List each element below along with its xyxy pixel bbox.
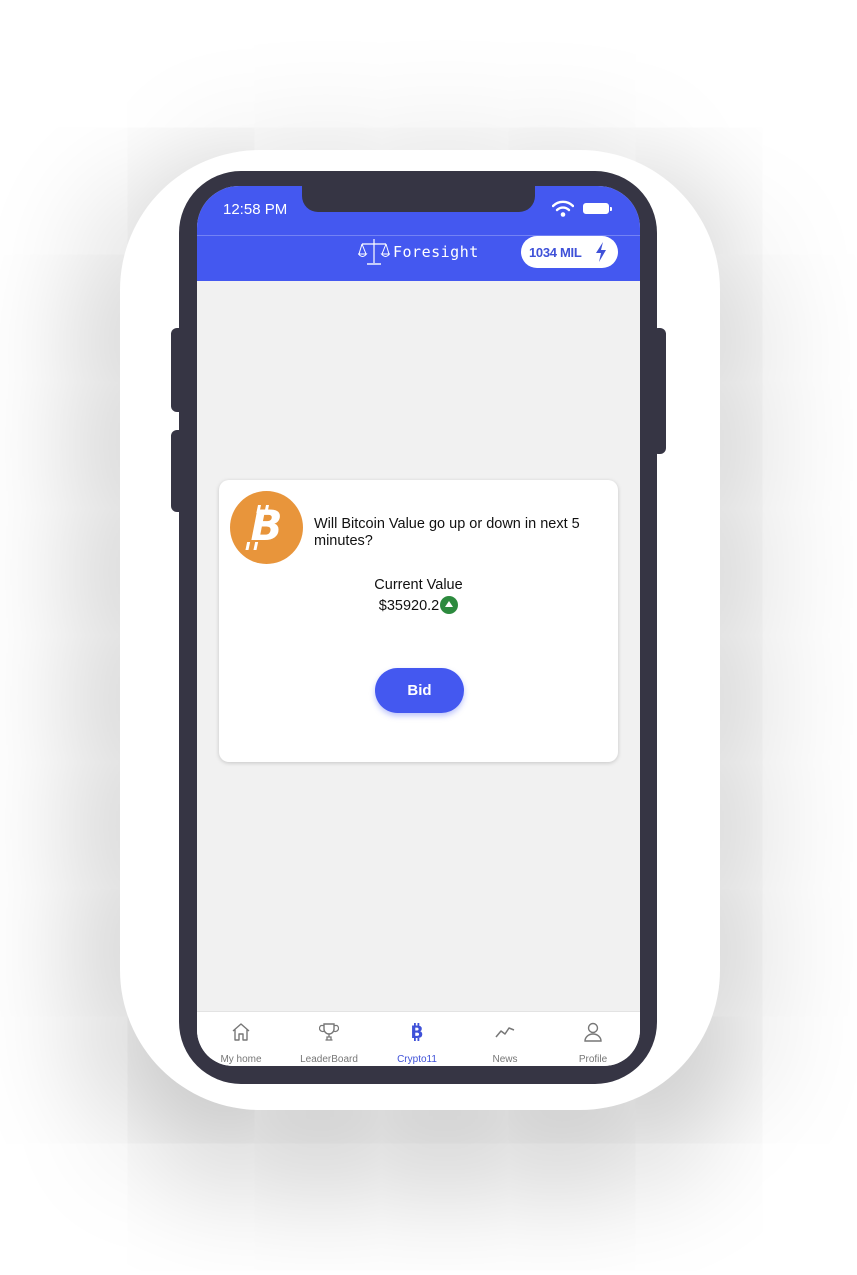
nav-item-crypto11[interactable]: B Crypto11 <box>373 1012 461 1066</box>
current-value: $35920.2 <box>378 598 440 614</box>
current-value-row: $35920.2 <box>219 596 618 614</box>
bid-button[interactable]: Bid <box>375 668 464 713</box>
bitcoin-logo-icon: B <box>230 491 303 564</box>
trophy-icon <box>319 1023 339 1041</box>
prediction-card: B Will Bitcoin Value go up or down in ne… <box>219 480 618 762</box>
trend-up-icon <box>440 596 459 614</box>
wifi-icon <box>552 200 574 217</box>
nav-item-my-home[interactable]: My home <box>197 1012 285 1066</box>
coins-balance-pill[interactable]: 1034 MIL <box>521 236 618 268</box>
bitcoin-icon: B <box>411 1023 424 1042</box>
svg-text:B: B <box>411 1023 424 1042</box>
brand-name: Foresight <box>393 243 479 261</box>
nav-label: Profile <box>578 1054 608 1065</box>
home-icon <box>232 1023 250 1041</box>
nav-item-news[interactable]: News <box>461 1012 549 1066</box>
notch <box>302 186 535 212</box>
user-icon <box>584 1022 602 1042</box>
coins-balance: 1034 MIL <box>529 245 582 260</box>
nav-label: LeaderBoard <box>300 1054 358 1065</box>
battery-icon <box>583 203 612 214</box>
app-screen: 12:58 PM Foresight 1034 MIL B Will Bitco… <box>197 186 640 1066</box>
lightning-bolt-icon <box>596 242 606 262</box>
status-time: 12:58 PM <box>223 201 288 218</box>
scales-logo-icon <box>358 239 390 265</box>
current-value-label: Current Value <box>374 577 463 593</box>
trend-line-icon <box>495 1027 515 1038</box>
nav-label: My home <box>220 1054 262 1065</box>
nav-label: Crypto11 <box>397 1054 437 1065</box>
prediction-question: Will Bitcoin Value go up or down in next… <box>314 516 580 549</box>
nav-item-leaderboard[interactable]: LeaderBoard <box>285 1012 373 1066</box>
nav-item-profile[interactable]: Profile <box>549 1012 637 1066</box>
nav-label: News <box>492 1054 518 1065</box>
bottom-nav: My home LeaderBoard B Crypto11 News Prof… <box>197 1011 640 1066</box>
